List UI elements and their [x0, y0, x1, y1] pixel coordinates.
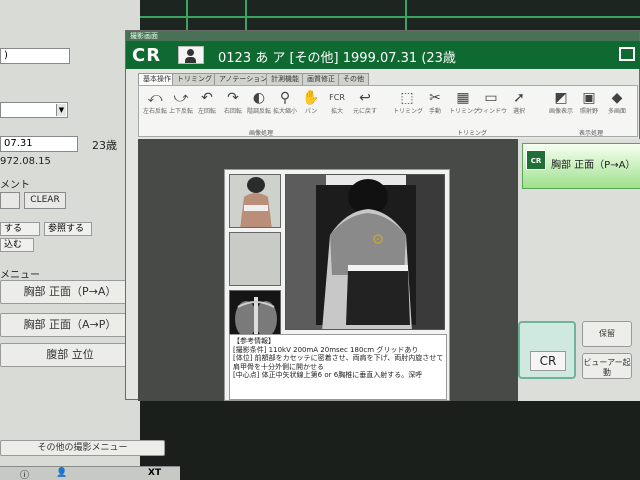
cr-capture-button[interactable]: CR [518, 321, 576, 379]
group-label-image: 画像処理 [249, 130, 274, 137]
tab-trimming[interactable]: トリミング [172, 73, 217, 85]
field-icon: ▣ [582, 90, 596, 106]
thumbnail-back-photo[interactable] [229, 174, 281, 228]
background-window: ) ▼ 07.31 23歳 972.08.15 メント CLEAR する 参照す… [0, 0, 165, 480]
main-image[interactable] [285, 174, 445, 330]
clear-button[interactable]: CLEAR [24, 192, 66, 209]
manual-trim-button[interactable]: ✂ 手動 [421, 90, 449, 116]
pan-button[interactable]: ✋ パン [297, 90, 325, 116]
cr-button-label: CR [530, 351, 566, 371]
tab-import[interactable]: 込む [0, 238, 34, 252]
tab-annotation[interactable]: アノテーション [214, 73, 273, 85]
window-icon[interactable] [619, 47, 635, 61]
other-menu-button[interactable]: その他の撮影メニュー [0, 440, 165, 456]
window-title: 撮影画面 [126, 31, 639, 41]
multi-screen-button[interactable]: ◆ 多画面 [603, 90, 631, 116]
tab-measure[interactable]: 計測機能 [266, 73, 304, 85]
auto-trim-button[interactable]: ⬚ トリミング [393, 90, 423, 116]
invert-button[interactable]: ◐ 階調反転 [245, 90, 273, 116]
tab-quality[interactable]: 画質修正 [302, 73, 340, 85]
screen: ) ▼ 07.31 23歳 972.08.15 メント CLEAR する 参照す… [0, 0, 640, 480]
zoom-button[interactable]: ⚲ 拡大縮小 [271, 90, 299, 116]
hold-button[interactable]: 保留 [582, 321, 632, 347]
comment-label: メント [0, 180, 30, 191]
back-button[interactable] [0, 192, 20, 209]
capture-dialog: 撮影画面 CR 0123 あ ア [その他] 1999.07.31 (23歳 基… [125, 30, 640, 401]
select-button[interactable]: ➚ 選択 [505, 90, 533, 116]
patient-header: CR 0123 あ ア [その他] 1999.07.31 (23歳 [126, 41, 640, 69]
menu-header: メニュー [0, 270, 40, 281]
divider [245, 0, 247, 30]
menu-abdomen-button[interactable]: 腹部 立位 [0, 343, 140, 367]
patient-info: 0123 あ ア [その他] 1999.07.31 (23歳 [218, 51, 456, 66]
divider [405, 0, 407, 30]
cr-logo: CR [132, 45, 162, 66]
multi-screen-icon: ◆ [611, 90, 623, 106]
undo-button[interactable]: ↩ 元に戻す [351, 90, 379, 116]
image-display-button[interactable]: ◩ 画像表示 [547, 90, 575, 116]
group-label-trim: トリミング [457, 130, 488, 137]
thumbnail-blank[interactable] [229, 232, 281, 286]
rotate-right-button[interactable]: ↷ 右回転 [219, 90, 247, 116]
user-icon[interactable]: 👤 [56, 468, 67, 478]
window-fit-button[interactable]: ▭ ウィンドウ [477, 90, 507, 116]
undo-icon: ↩ [359, 90, 371, 106]
rotate-right-icon: ↷ [227, 90, 239, 106]
ribbon-toolbar: ⤺ 左右反転 ⤻ 上下反転 ↶ 左回転 ↷ 右回転 ◐ 階調反転 ⚲ 拡大縮小 ✋ パン FC… [138, 85, 638, 137]
field-button[interactable]: ▣ 照射野 [575, 90, 603, 116]
field-1[interactable]: ) [0, 48, 70, 64]
background-top-bar [140, 0, 640, 30]
divider [186, 0, 188, 30]
window-icon: ▭ [484, 90, 498, 106]
scissors-icon: ✂ [429, 90, 441, 106]
tab-shoot[interactable]: する [0, 222, 40, 236]
xt-button[interactable]: XT [148, 468, 161, 478]
hand-icon: ✋ [302, 90, 320, 106]
info-line: 【参考情報】 [233, 337, 275, 345]
group-label-display: 表示処理 [579, 130, 604, 137]
age-label: 23歳 [92, 139, 117, 152]
reference-info: 【参考情報】 [撮影条件] 110kV 200mA 20msec 180cm グ… [229, 334, 447, 400]
cr-icon: CR [526, 150, 546, 170]
fcr-button[interactable]: FCR 拡大 [323, 90, 351, 116]
flip-horizontal-icon: ⤺ [147, 90, 163, 106]
tab-reference[interactable]: 参照する [44, 222, 92, 236]
trim-grid-button[interactable]: ▦ トリミング [449, 90, 479, 116]
dropdown-arrow-icon[interactable]: ▼ [56, 104, 66, 116]
rotate-left-icon: ↶ [201, 90, 213, 106]
info-line: [中心点] 体正中矢状線上第6 or 6胸椎に垂直入射する。深呼 [233, 371, 423, 380]
tab-basic[interactable]: 基本操作 [138, 73, 176, 85]
bottom-toolbar: ⓘ 👤 XT [0, 466, 180, 480]
flip-vertical-icon: ⤻ [173, 90, 189, 106]
info-line: [撮影条件] 110kV 200mA 20msec 180cm グリッドあり [233, 345, 419, 354]
flip-horizontal-button[interactable]: ⤺ 左右反転 [141, 90, 169, 116]
patient-icon[interactable] [178, 46, 204, 64]
birth-date-field[interactable]: 07.31 [0, 136, 78, 152]
date-label: 972.08.15 [0, 156, 51, 167]
viewer-launch-button[interactable]: ビューアー起動 [582, 353, 632, 379]
divider [140, 16, 640, 18]
series-label: 胸部 正面（P→A） [551, 160, 636, 171]
info-icon[interactable]: ⓘ [20, 468, 29, 480]
rotate-left-button[interactable]: ↶ 左回転 [193, 90, 221, 116]
series-card-chest-pa[interactable]: CR 胸部 正面（P→A） [522, 143, 640, 189]
magnifier-icon: ⚲ [279, 90, 291, 106]
image-panel: 【参考情報】 [撮影条件] 110kV 200mA 20msec 180cm グ… [224, 169, 450, 401]
image-viewer: 【参考情報】 [撮影条件] 110kV 200mA 20msec 180cm グ… [138, 139, 518, 401]
contrast-icon: ◐ [252, 90, 266, 106]
series-panel: CR 胸部 正面（P→A） 保留 ビューアー起動 CR [518, 139, 640, 401]
trim-icon: ⬚ [400, 90, 414, 106]
flip-vertical-button[interactable]: ⤻ 上下反転 [167, 90, 195, 116]
cursor-icon: ➚ [513, 90, 525, 106]
info-line: [体位] 前額部をカセッテに密着させ、両肩を下げ、両肘内旋させて [233, 354, 444, 363]
image-icon: ◩ [554, 90, 568, 106]
menu-chest-pa-button[interactable]: 胸部 正面（P→A） [0, 280, 140, 304]
tab-other[interactable]: その他 [338, 73, 369, 85]
menu-chest-ap-button[interactable]: 胸部 正面（A→P） [0, 313, 140, 337]
grid-icon: ▦ [456, 90, 470, 106]
fcr-icon: FCR [329, 93, 345, 102]
